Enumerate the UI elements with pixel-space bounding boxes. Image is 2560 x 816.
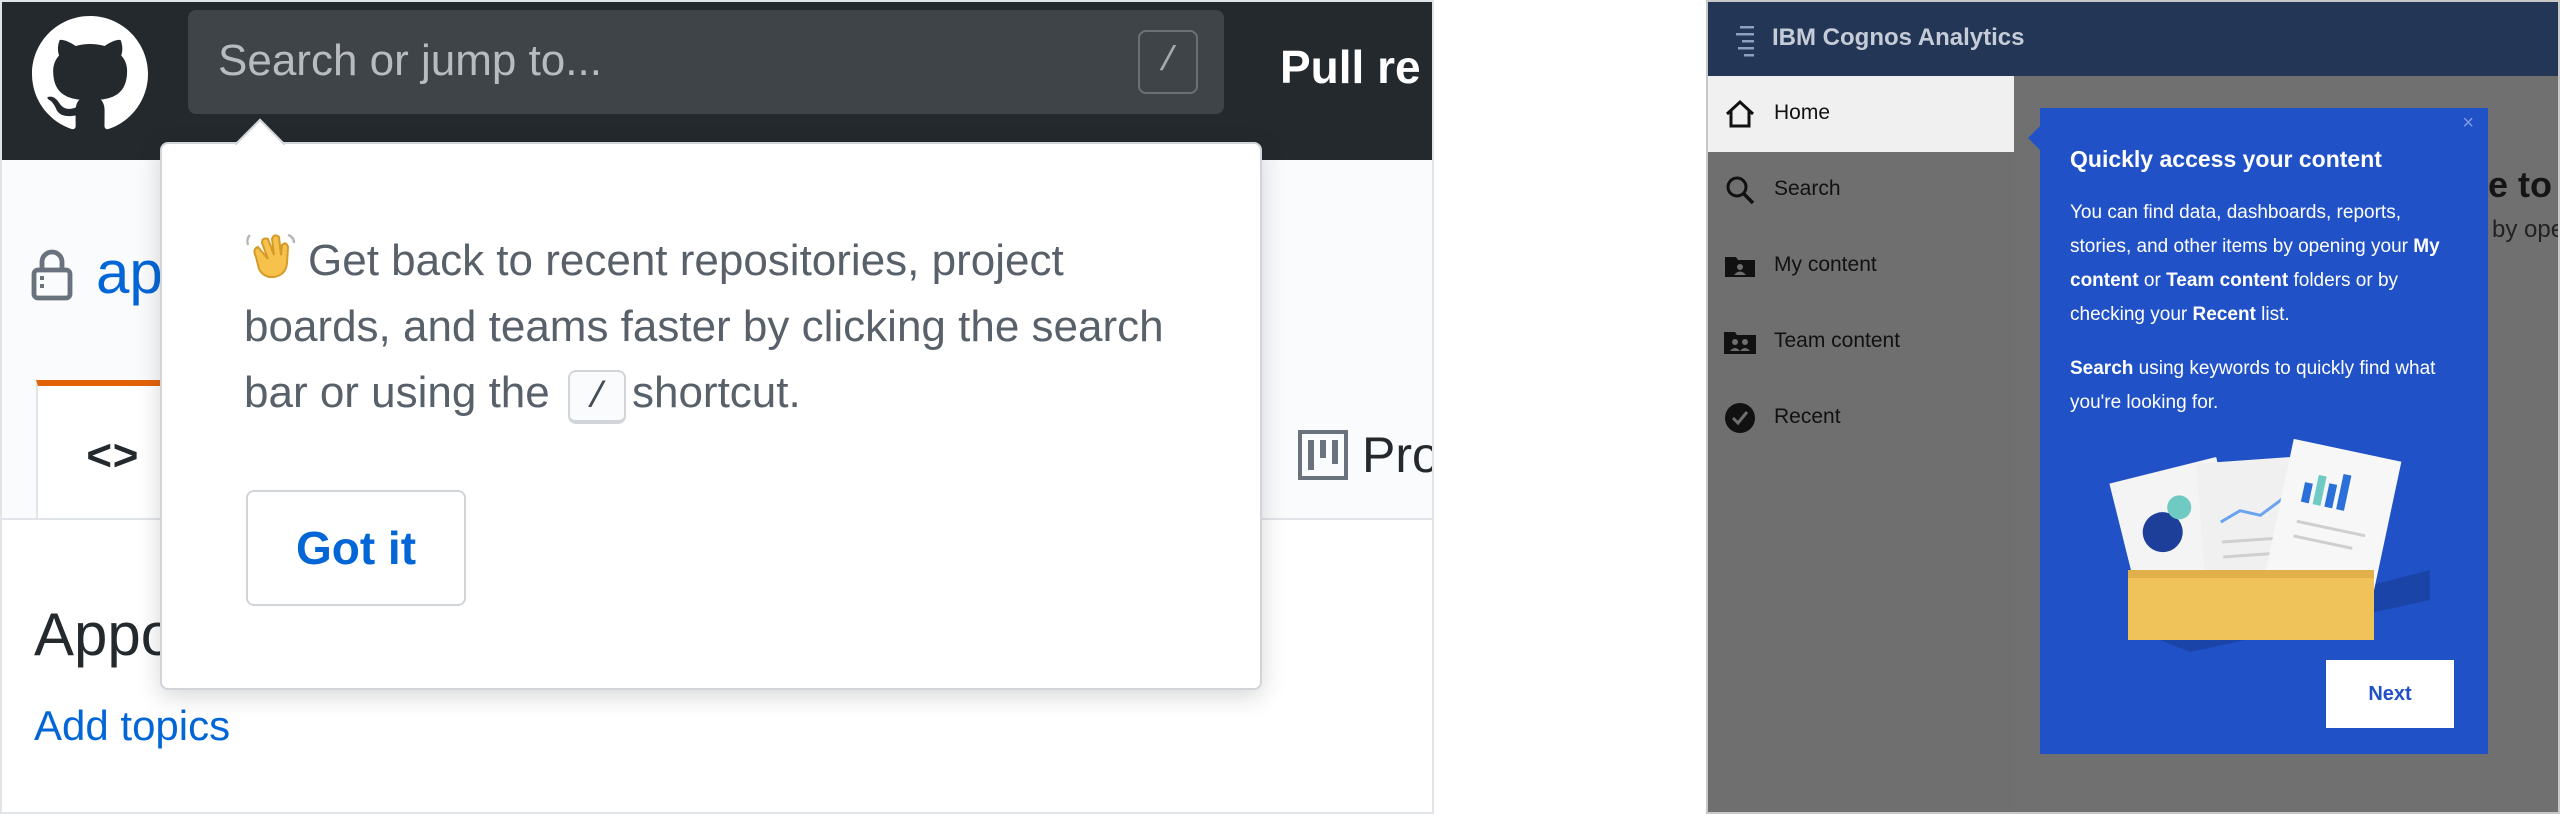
close-icon[interactable]: × (2462, 112, 2474, 135)
sidebar-item-team-content[interactable]: Team content (1708, 304, 2014, 380)
welcome-subtext: by ope (2492, 216, 2560, 243)
about-heading: Appo (34, 601, 175, 668)
ibm-header: IBM Cognos Analytics (1708, 2, 2558, 76)
github-header: Search or jump to... / Pull re (2, 2, 1432, 160)
search-input[interactable]: Search or jump to... / (188, 10, 1224, 114)
popover-text-end: shortcut. (631, 368, 801, 417)
sidebar-item-recent[interactable]: Recent (1708, 380, 2014, 456)
home-icon (1725, 99, 1755, 128)
waving-hand-icon (246, 233, 296, 279)
search-icon (1726, 176, 1755, 205)
next-button[interactable]: Next (2326, 660, 2454, 728)
got-it-button[interactable]: Got it (246, 490, 466, 606)
tour-popover: × Quickly access your content You can fi… (2028, 108, 2488, 754)
hamburger-menu-icon[interactable] (1730, 20, 1764, 60)
repo-name-link[interactable]: ap (96, 238, 163, 307)
recent-icon (1725, 403, 1755, 433)
popover-message: Get back to recent repositories, project… (244, 228, 1204, 426)
my-content-icon (1725, 257, 1755, 277)
sidebar-item-label: Team content (1774, 329, 1901, 352)
lock-icon (31, 249, 73, 301)
app-title: IBM Cognos Analytics (1772, 24, 2025, 51)
team-content-term: Team content (2166, 270, 2289, 291)
popover-title: Quickly access your content (2070, 146, 2382, 172)
github-panel: Search or jump to... / Pull re ap <> C P… (0, 0, 1434, 814)
github-octocat-logo-icon[interactable] (32, 16, 148, 132)
nav-pull-requests-link[interactable]: Pull re (1280, 40, 1421, 94)
content-box-illustration (2109, 438, 2430, 652)
sidebar-item-home[interactable]: Home (1708, 76, 2014, 152)
sidebar-item-label: Home (1774, 101, 1831, 124)
search-term: Search (2070, 358, 2134, 379)
sidebar-item-label: Search (1774, 177, 1841, 200)
ibm-cognos-panel: IBM Cognos Analytics Home Search My cont… (1706, 0, 2560, 814)
sidebar-item-my-content[interactable]: My content (1708, 228, 2014, 304)
sidebar-item-label: Recent (1774, 405, 1841, 428)
project-board-icon (1298, 430, 1348, 480)
search-placeholder: Search or jump to... (218, 36, 602, 85)
tab-projects[interactable]: Pro (1362, 426, 1432, 484)
slash-shortcut-key: / (567, 370, 626, 424)
popover-body: You can find data, dashboards, reports, … (2070, 196, 2466, 332)
popover-body-text: or (2143, 270, 2161, 291)
sidebar-item-search[interactable]: Search (1708, 152, 2014, 228)
onboarding-popover: Get back to recent repositories, project… (160, 118, 1262, 690)
popover-body-text: list. (2261, 304, 2290, 325)
sidebar-item-label: My content (1774, 253, 1877, 276)
popover-caret (2028, 124, 2042, 152)
sidebar: Home Search My content Team content Rece… (1708, 76, 2014, 812)
team-content-icon (1724, 332, 1756, 354)
popover-body-text: You can find data, dashboards, reports, … (2070, 202, 2408, 257)
search-shortcut-key: / (1138, 30, 1198, 94)
add-topics-link[interactable]: Add topics (34, 702, 230, 750)
recent-term: Recent (2192, 304, 2256, 325)
popover-body-search: Search using keywords to quickly find wh… (2070, 352, 2466, 420)
